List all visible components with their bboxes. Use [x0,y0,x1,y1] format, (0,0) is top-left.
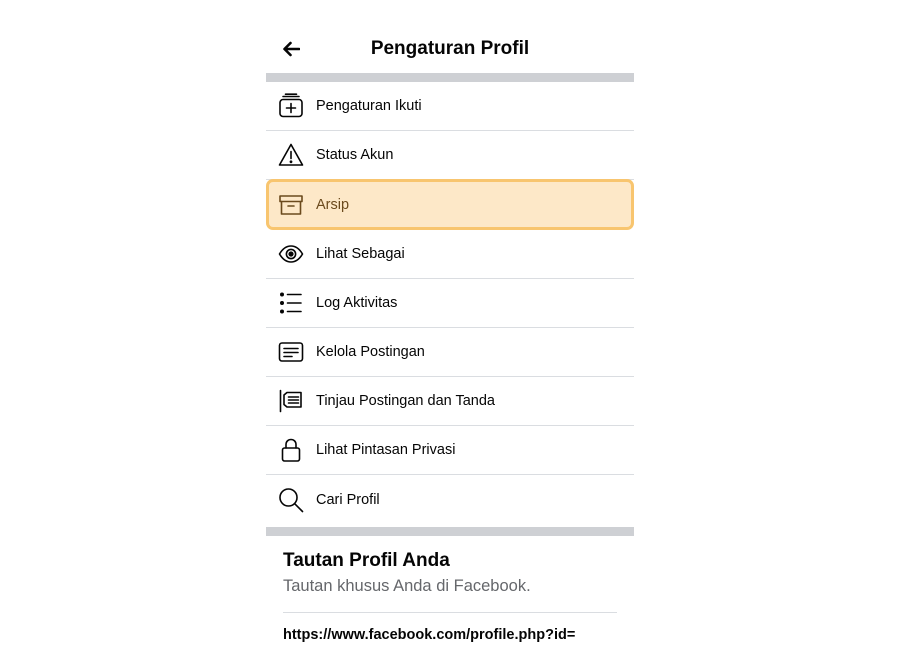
menu-item-privacy-shortcuts[interactable]: Lihat Pintasan Privasi [266,426,634,475]
follow-settings-icon [277,92,305,120]
eye-icon [277,240,305,268]
list-icon [277,289,305,317]
menu-item-archive[interactable]: Arsip [266,179,634,230]
review-tags-icon [277,387,305,415]
menu-item-manage-posts[interactable]: Kelola Postingan [266,328,634,377]
warning-icon [277,141,305,169]
profile-link-section: Tautan Profil Anda Tautan khusus Anda di… [283,548,617,645]
profile-link-title: Tautan Profil Anda [283,550,450,571]
menu-item-account-status[interactable]: Status Akun [266,131,634,180]
search-icon [277,486,305,514]
lock-icon [277,436,305,464]
settings-menu: Pengaturan Ikuti Status Akun Arsip Lihat… [266,82,634,524]
menu-item-search-profile[interactable]: Cari Profil [266,475,634,524]
profile-link-subtitle: Tautan khusus Anda di Facebook. [283,577,531,595]
page-title: Pengaturan Profil [370,38,530,59]
menu-item-follow-settings[interactable]: Pengaturan Ikuti [266,82,634,131]
profile-settings-screen: Pengaturan Profil Pengaturan Ikuti Statu… [266,0,634,653]
menu-item-review-posts-tags[interactable]: Tinjau Postingan dan Tanda [266,377,634,426]
menu-item-view-as[interactable]: Lihat Sebagai [266,230,634,279]
divider [283,612,617,613]
section-divider [266,73,634,82]
header: Pengaturan Profil [266,24,634,72]
archive-icon [277,191,305,219]
profile-link-url[interactable]: https://www.facebook.com/profile.php?id= [283,625,617,645]
menu-item-activity-log[interactable]: Log Aktivitas [266,279,634,328]
manage-posts-icon [277,338,305,366]
section-divider [266,527,634,536]
